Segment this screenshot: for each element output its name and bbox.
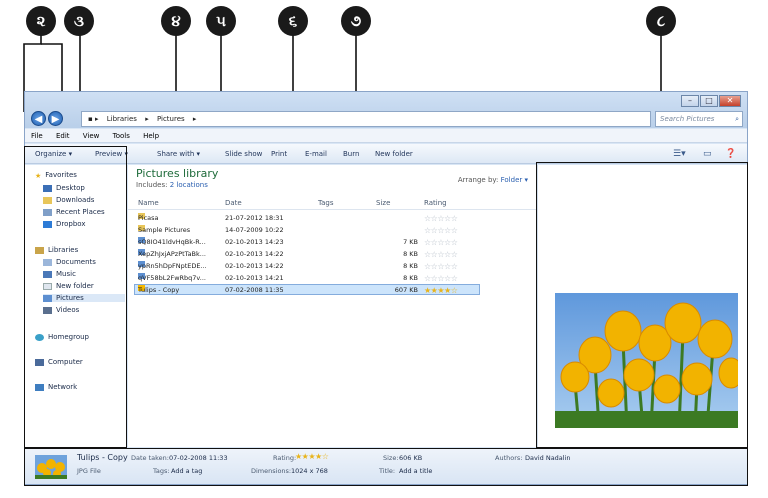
menu-tools[interactable]: Tools	[113, 132, 130, 140]
preview-pane-frame	[536, 162, 748, 448]
file-name: Sample Pictures	[138, 226, 191, 234]
rating-stars[interactable]: ☆☆☆☆☆	[424, 237, 458, 248]
menu-file[interactable]: File	[31, 132, 43, 140]
breadcrumb-pictures[interactable]: Pictures	[157, 115, 185, 123]
window-controls: – □ ✕	[680, 95, 741, 107]
rating-stars[interactable]: ★★★★☆	[424, 285, 458, 296]
slide-show-button[interactable]: Slide show	[225, 144, 262, 164]
menu-bar: File Edit View Tools Help	[25, 129, 747, 143]
locations-link[interactable]: 2 locations	[170, 181, 208, 189]
file-name: Tulips - Copy	[138, 286, 180, 294]
preview-pane-icon[interactable]: ▭	[703, 148, 712, 160]
annotated-screenshot: ૨ ૩ ૪ ૫ ૬ ૭ ૮ ૧ ૬ ૧૦ – □ ✕ ◀ ▶ ▪ ▸ Libra…	[0, 0, 768, 498]
callout-6: ૬	[278, 6, 308, 36]
file-size: 8 KB	[403, 250, 418, 258]
table-row[interactable]: ypRn5hDpFNptEDE... 02-10-2013 14:22 8 KB…	[134, 261, 480, 272]
back-button[interactable]: ◀	[31, 111, 46, 126]
rating-stars[interactable]: ☆☆☆☆☆	[424, 225, 458, 236]
file-size: 8 KB	[403, 262, 418, 270]
maximize-button[interactable]: □	[700, 95, 718, 107]
new-folder-button[interactable]: New folder	[375, 144, 413, 164]
file-size: 607 KB	[394, 286, 418, 294]
includes-label: Includes:	[136, 181, 168, 189]
breadcrumb-separator: ▸	[145, 115, 149, 123]
rating-stars[interactable]: ☆☆☆☆☆	[424, 261, 458, 272]
file-name: sQ8IO41ldvHqBk-R...	[138, 238, 206, 246]
table-row-selected[interactable]: Tulips - Copy 07-02-2008 11:35 607 KB ★★…	[134, 284, 480, 295]
print-button[interactable]: Print	[271, 144, 287, 164]
file-name: Picasa	[138, 214, 159, 222]
address-bar[interactable]: ▪ ▸ Libraries ▸ Pictures ▸	[81, 111, 651, 127]
rating-stars[interactable]: ☆☆☆☆☆	[424, 273, 458, 284]
breadcrumb-libraries[interactable]: Libraries	[107, 115, 137, 123]
arrange-dropdown[interactable]: Folder ▾	[501, 176, 528, 184]
file-date: 02-10-2013 14:23	[225, 238, 284, 246]
menu-edit[interactable]: Edit	[56, 132, 70, 140]
search-icon[interactable]: ⌕	[735, 112, 739, 126]
rating-stars[interactable]: ☆☆☆☆☆	[424, 213, 458, 224]
file-date: 02-10-2013 14:22	[225, 262, 284, 270]
burn-button[interactable]: Burn	[343, 144, 359, 164]
rating-stars[interactable]: ☆☆☆☆☆	[424, 249, 458, 260]
callout-7: ૭	[341, 6, 371, 36]
view-options-icon[interactable]: ☰▾	[673, 148, 686, 160]
breadcrumb-separator: ▸	[192, 115, 197, 123]
forward-button[interactable]: ▶	[48, 111, 63, 126]
table-row[interactable]: Sample Pictures 14-07-2009 10:22 ☆☆☆☆☆	[134, 225, 480, 236]
library-includes: Includes: 2 locations	[136, 181, 208, 189]
table-row[interactable]: sQ8IO41ldvHqBk-R... 02-10-2013 14:23 7 K…	[134, 237, 480, 248]
callout-8: ૮	[646, 6, 676, 36]
column-size[interactable]: Size	[376, 196, 390, 210]
column-rating[interactable]: Rating	[424, 196, 447, 210]
library-title: Pictures library	[136, 167, 219, 180]
callout-3: ૩	[64, 6, 94, 36]
menu-help[interactable]: Help	[143, 132, 159, 140]
details-pane-frame	[24, 448, 748, 486]
file-name: ypRn5hDpFNptEDE...	[138, 262, 207, 270]
table-row[interactable]: Picasa 21-07-2012 18:31 ☆☆☆☆☆	[134, 213, 480, 224]
file-date: 07-02-2008 11:35	[225, 286, 284, 294]
file-date: 21-07-2012 18:31	[225, 214, 284, 222]
file-size: 8 KB	[403, 274, 418, 282]
search-placeholder: Search Pictures	[660, 115, 715, 123]
close-button[interactable]: ✕	[719, 95, 741, 107]
file-size: 7 KB	[403, 238, 418, 246]
minimize-button[interactable]: –	[681, 95, 699, 107]
file-date: 14-07-2009 10:22	[225, 226, 284, 234]
search-input[interactable]: Search Pictures ⌕	[655, 111, 743, 127]
title-bar: – □ ✕ ◀ ▶ ▪ ▸ Libraries ▸ Pictures ▸ Sea…	[25, 92, 747, 128]
column-header: Name Date Tags Size Rating	[128, 196, 536, 210]
callout-2: ૨	[26, 6, 56, 36]
file-name: XepZhJxjAPzPtTaBk...	[138, 250, 206, 258]
arrange-label: Arrange by:	[457, 176, 499, 184]
callout-5: ૫	[206, 6, 236, 36]
table-row[interactable]: XepZhJxjAPzPtTaBk... 02-10-2013 14:22 8 …	[134, 249, 480, 260]
column-tags[interactable]: Tags	[318, 196, 334, 210]
command-bar: Organize ▾ Preview ▾ Share with ▾ Slide …	[25, 144, 747, 164]
file-name: qVF58bL2FwRbq7v...	[138, 274, 206, 282]
arrange-by: Arrange by: Folder ▾	[458, 176, 528, 184]
navigation-pane-frame	[24, 146, 127, 448]
email-button[interactable]: E-mail	[305, 144, 327, 164]
table-row[interactable]: qVF58bL2FwRbq7v... 02-10-2013 14:21 8 KB…	[134, 273, 480, 284]
share-with-button[interactable]: Share with ▾	[157, 144, 200, 164]
column-date[interactable]: Date	[225, 196, 242, 210]
file-date: 02-10-2013 14:22	[225, 250, 284, 258]
file-date: 02-10-2013 14:21	[225, 274, 284, 282]
help-icon[interactable]: ❓	[725, 148, 736, 160]
column-name[interactable]: Name	[138, 196, 159, 210]
callout-4: ૪	[161, 6, 191, 36]
folder-icon: ▪ ▸	[88, 115, 99, 123]
file-list-pane: Pictures library Includes: 2 locations A…	[128, 165, 536, 447]
menu-view[interactable]: View	[83, 132, 100, 140]
